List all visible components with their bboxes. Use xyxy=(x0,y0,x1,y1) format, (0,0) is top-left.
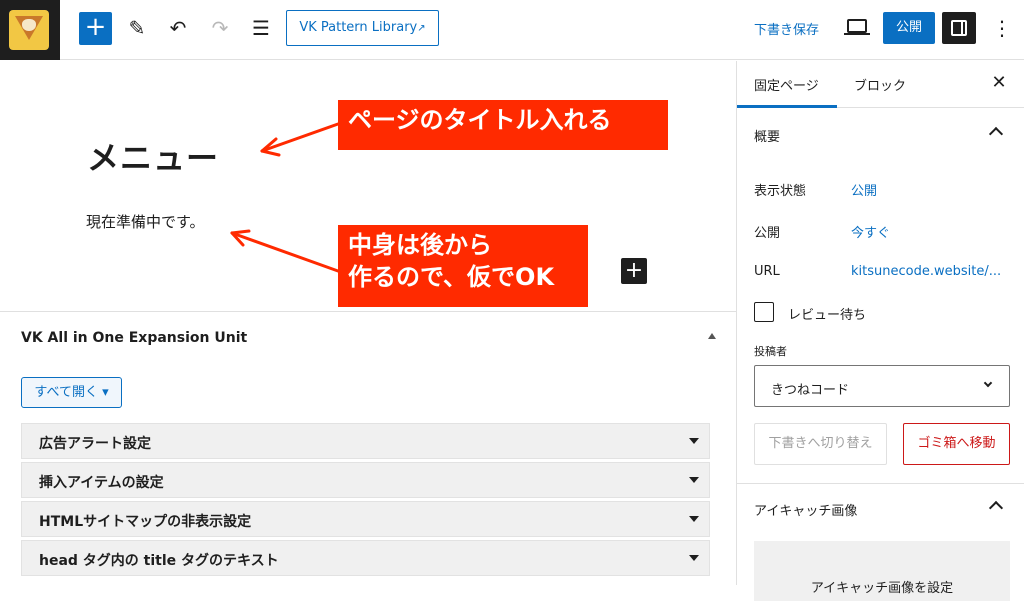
publish-button[interactable]: 公開 xyxy=(883,12,935,44)
pending-review-label: レビュー待ち xyxy=(788,308,867,323)
accordion-item[interactable]: head タグ内の title タグのテキスト xyxy=(21,540,710,576)
callout-text-line: 中身は後から xyxy=(348,231,492,259)
url-value[interactable]: kitsunecode.website/... xyxy=(851,264,1001,279)
settings-sidebar: 固定ページ ブロック ✕ 概要 表示状態 公開 公開 今すぐ URL kitsu… xyxy=(736,61,1024,601)
add-block-button[interactable]: + xyxy=(79,12,112,45)
triangle-down-icon xyxy=(689,477,699,483)
tab-block[interactable]: ブロック xyxy=(854,75,906,94)
url-label: URL xyxy=(754,264,780,279)
callout-text: ページのタイトル入れる xyxy=(348,106,612,134)
visibility-value[interactable]: 公開 xyxy=(851,180,877,199)
accordion-label: head タグ内の title タグのテキスト xyxy=(39,553,279,569)
annotation-title-callout: ページのタイトル入れる xyxy=(338,100,668,150)
featured-image-panel-header[interactable]: アイキャッチ画像 xyxy=(737,483,1024,533)
pencil-icon[interactable]: ✎ xyxy=(123,14,151,42)
publish-date-value[interactable]: 今すぐ xyxy=(851,222,890,241)
more-options-icon[interactable]: ⋮ xyxy=(992,14,1012,42)
author-value: きつねコード xyxy=(771,383,850,398)
undo-icon[interactable]: ↶ xyxy=(164,14,192,42)
annotation-content-callout: 中身は後から 作るので、仮でOK xyxy=(338,225,588,307)
close-icon[interactable]: ✕ xyxy=(987,71,1011,95)
chevron-down-icon xyxy=(983,378,993,388)
triangle-down-icon xyxy=(689,438,699,444)
triangle-down-icon xyxy=(689,555,699,561)
caret-down-icon: ▾ xyxy=(102,385,109,400)
callout-text-line: 作るので、仮でOK xyxy=(348,263,555,291)
sidebar-tabs: 固定ページ ブロック ✕ xyxy=(737,61,1024,108)
featured-image-title: アイキャッチ画像 xyxy=(754,504,858,519)
preview-icon[interactable] xyxy=(844,19,870,35)
meta-box-title[interactable]: VK All in One Expansion Unit xyxy=(21,330,247,346)
site-logo[interactable] xyxy=(0,0,60,60)
editor-toolbar: + ✎ ↶ ↷ ☰ VK Pattern Library↗ 下書き保存 公開 ⋮ xyxy=(0,0,1024,60)
author-select[interactable]: きつねコード xyxy=(754,365,1010,407)
pattern-library-label: VK Pattern Library xyxy=(299,20,418,35)
list-view-icon[interactable]: ☰ xyxy=(247,14,275,42)
accordion-item[interactable]: 広告アラート設定 xyxy=(21,423,710,459)
summary-title: 概要 xyxy=(754,130,781,145)
triangle-down-icon xyxy=(689,516,699,522)
set-featured-image-label: アイキャッチ画像を設定 xyxy=(810,581,954,596)
pending-review-checkbox[interactable] xyxy=(754,302,774,322)
vk-expansion-meta-box: VK All in One Expansion Unit すべて開く ▾ 広告ア… xyxy=(0,311,736,585)
visibility-label: 表示状態 xyxy=(754,184,807,199)
external-link-icon: ↗ xyxy=(417,23,426,34)
tab-page[interactable]: 固定ページ xyxy=(754,75,819,94)
save-draft-button[interactable]: 下書き保存 xyxy=(754,19,819,38)
collapse-caret-icon[interactable] xyxy=(708,333,716,339)
switch-to-draft-button[interactable]: 下書きへ切り替え xyxy=(754,423,887,465)
author-label: 投稿者 xyxy=(754,345,787,358)
accordion-label: 広告アラート設定 xyxy=(39,436,151,452)
open-all-button[interactable]: すべて開く ▾ xyxy=(21,377,122,408)
editor-canvas: メニュー 現在準備中です。 + ページのタイトル入れる 中身は後から 作るので、… xyxy=(0,61,736,585)
redo-icon[interactable]: ↷ xyxy=(206,14,234,42)
accordion-label: HTMLサイトマップの非表示設定 xyxy=(39,514,252,530)
accordion-label: 挿入アイテムの設定 xyxy=(39,475,164,491)
chevron-up-icon xyxy=(988,126,1004,142)
open-all-label: すべて開く xyxy=(34,385,98,400)
fox-logo-icon xyxy=(9,10,49,50)
vk-pattern-library-button[interactable]: VK Pattern Library↗ xyxy=(286,10,439,46)
active-tab-indicator xyxy=(737,105,837,108)
set-featured-image-button[interactable]: アイキャッチ画像を設定 xyxy=(754,541,1010,601)
chevron-up-icon xyxy=(988,500,1004,516)
move-to-trash-button[interactable]: ゴミ箱へ移動 xyxy=(903,423,1010,465)
accordion-list: 広告アラート設定 挿入アイテムの設定 HTMLサイトマップの非表示設定 head… xyxy=(21,423,710,579)
accordion-item[interactable]: HTMLサイトマップの非表示設定 xyxy=(21,501,710,537)
accordion-item[interactable]: 挿入アイテムの設定 xyxy=(21,462,710,498)
summary-panel-header[interactable]: 概要 xyxy=(737,109,1024,159)
settings-sidebar-icon[interactable] xyxy=(942,12,976,44)
publish-label: 公開 xyxy=(754,226,781,241)
